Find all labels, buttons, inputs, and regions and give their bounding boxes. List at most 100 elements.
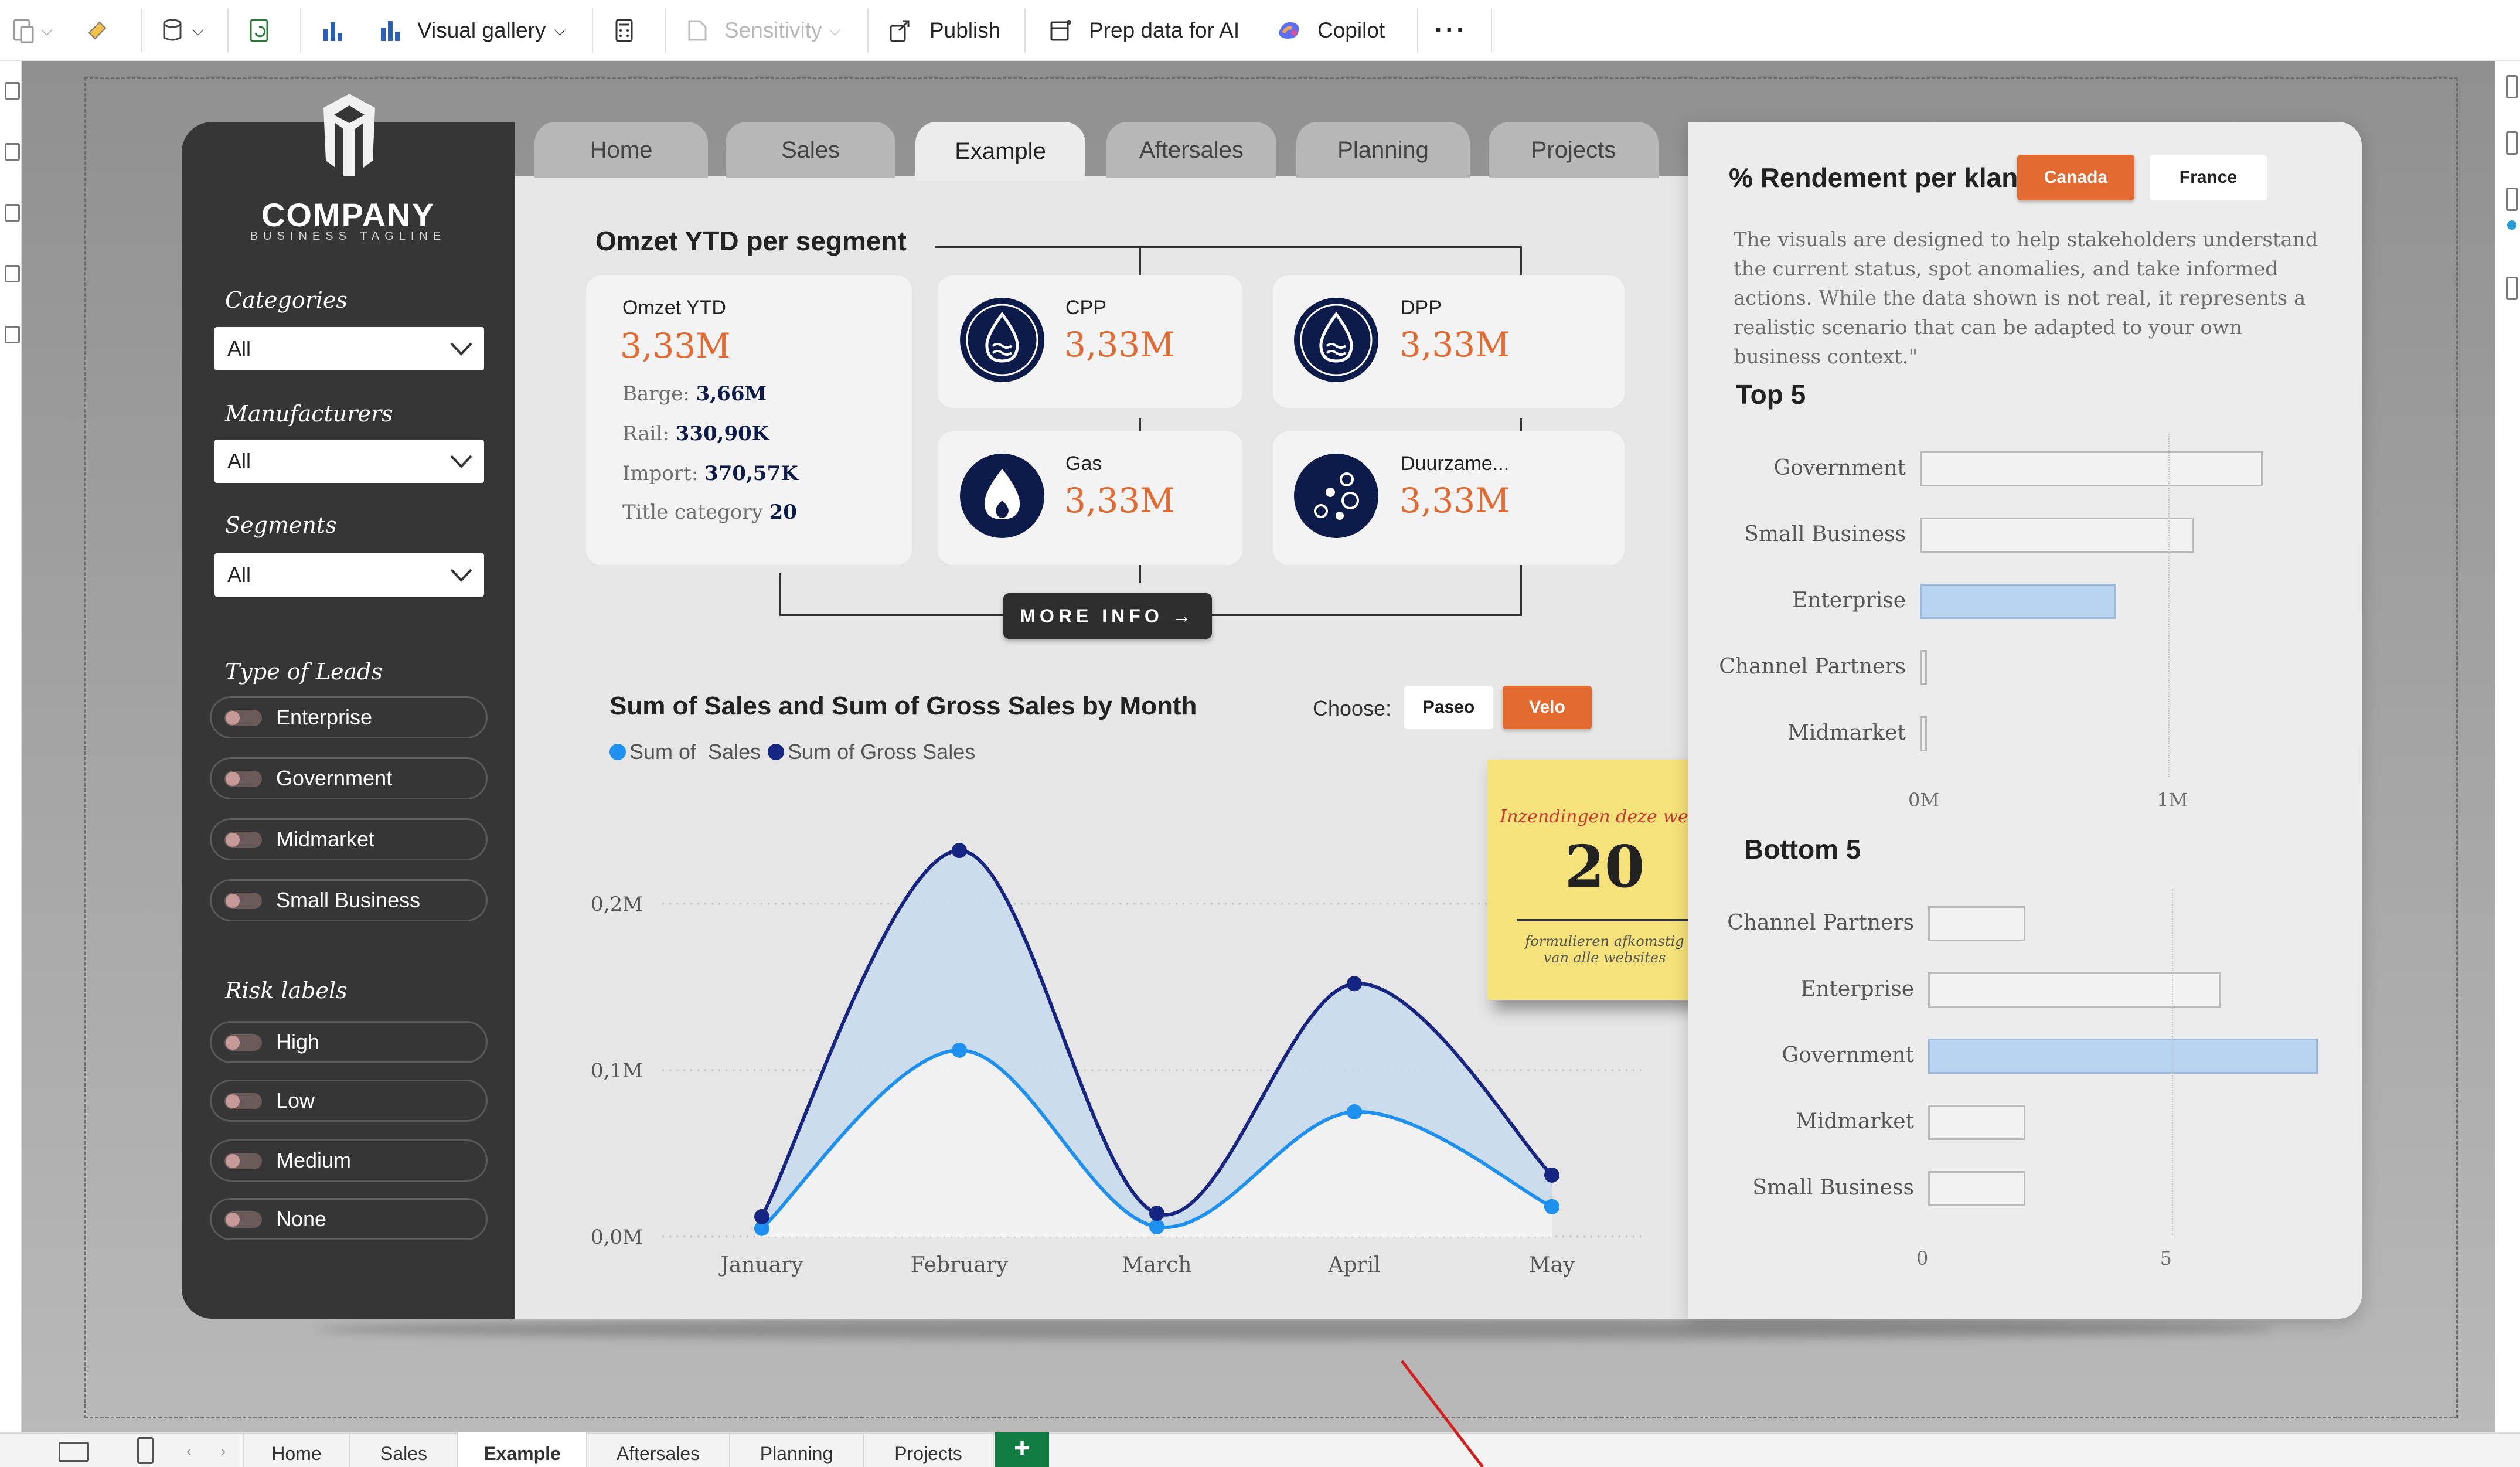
page-tab-home[interactable]: Home — [243, 1432, 350, 1467]
new-visual-button[interactable] — [318, 0, 348, 61]
lead-label: Enterprise — [276, 705, 373, 729]
report-view-icon[interactable] — [5, 82, 20, 100]
lead-toggle-enterprise[interactable]: Enterprise — [210, 696, 488, 738]
segments-dropdown[interactable]: All — [214, 553, 484, 597]
calculator-button[interactable] — [609, 0, 640, 61]
x-tick-label: April — [1327, 1253, 1380, 1277]
tab-aftersales[interactable]: Aftersales — [1106, 122, 1276, 178]
data-button[interactable]: ⌵ — [158, 0, 204, 61]
copilot-label: Copilot — [1317, 18, 1385, 42]
tab-planning[interactable]: Planning — [1296, 122, 1470, 178]
ribbon-divider — [1417, 8, 1418, 53]
risk-toggle-low[interactable]: Low — [210, 1080, 488, 1122]
bar[interactable] — [1920, 451, 2263, 486]
water-drop-wave-icon — [1294, 298, 1378, 382]
toggle-switch[interactable] — [224, 1093, 262, 1109]
page-tab-projects[interactable]: Projects — [864, 1432, 994, 1467]
dax-query-icon[interactable] — [5, 265, 20, 282]
bar[interactable] — [1920, 650, 1927, 685]
toggle-switch[interactable] — [224, 1211, 262, 1228]
toggle-switch[interactable] — [224, 1034, 262, 1051]
connector-line — [1139, 418, 1141, 431]
country-france-button[interactable]: France — [2150, 155, 2267, 200]
data-point-gross-sales — [1149, 1206, 1164, 1221]
format-painter-button[interactable] — [82, 0, 113, 61]
flame-drop-icon — [960, 454, 1044, 538]
detail-rail: Rail: 330,90K — [622, 422, 769, 445]
page-tab-aftersales[interactable]: Aftersales — [587, 1432, 730, 1467]
tab-home[interactable]: Home — [534, 122, 708, 178]
omzet-ytd-label: Omzet YTD — [622, 297, 726, 319]
connector-line — [1520, 246, 1522, 275]
duurzame-label: Duurzame... — [1401, 452, 1510, 475]
page-tab-planning[interactable]: Planning — [730, 1432, 864, 1467]
risk-toggle-high[interactable]: High — [210, 1021, 488, 1063]
annotation-arrow — [1401, 1360, 1484, 1467]
filters-pane-icon[interactable] — [2506, 75, 2518, 98]
desktop-view-icon[interactable] — [59, 1442, 89, 1462]
more-options-button[interactable]: ··· — [1435, 0, 1467, 61]
ribbon-divider — [867, 8, 869, 53]
grid-line — [2168, 434, 2170, 777]
sticky-note: Inzendingen deze week 20 formulieren afk… — [1487, 760, 1722, 1000]
model-view-icon[interactable] — [5, 204, 20, 222]
format-pane-icon[interactable] — [2506, 277, 2518, 300]
manufacturers-dropdown[interactable]: All — [214, 440, 484, 483]
toggle-switch[interactable] — [224, 771, 262, 787]
bar[interactable] — [1920, 584, 2117, 619]
prep-data-ai-button[interactable]: Prep data for AI — [1046, 0, 1239, 61]
lead-label: Small Business — [276, 888, 421, 912]
lead-toggle-small-business[interactable]: Small Business — [210, 879, 488, 921]
refresh-button[interactable] — [245, 0, 275, 61]
scroll-left-icon[interactable]: ‹ — [186, 1442, 192, 1461]
publish-button[interactable]: Publish — [885, 0, 1000, 61]
visual-gallery-button[interactable]: Visual gallery ⌵ — [375, 0, 566, 61]
copilot-pane-icon[interactable] — [2507, 220, 2516, 230]
bar[interactable] — [1928, 906, 2026, 941]
copilot-icon — [1279, 22, 1299, 39]
country-canada-button[interactable]: Canada — [2017, 155, 2134, 200]
add-page-button[interactable]: + — [995, 1432, 1049, 1467]
more-info-button[interactable]: MORE INFO → — [1003, 593, 1212, 639]
risk-toggle-medium[interactable]: Medium — [210, 1139, 488, 1182]
dpp-value: 3,33M — [1399, 325, 1510, 365]
tmdl-view-icon[interactable] — [5, 326, 20, 343]
cpp-label: CPP — [1065, 297, 1106, 319]
categories-dropdown[interactable]: All — [214, 327, 484, 370]
toggle-switch[interactable] — [224, 893, 262, 909]
choose-paseo-button[interactable]: Paseo — [1404, 686, 1493, 729]
type-of-leads-label: Type of Leads — [225, 659, 383, 685]
ribbon-divider — [141, 8, 142, 53]
bar-label: Enterprise — [1792, 588, 1906, 612]
sensitivity-button[interactable]: Sensitivity ⌵ — [682, 0, 840, 61]
tab-projects[interactable]: Projects — [1489, 122, 1659, 178]
risk-toggle-none[interactable]: None — [210, 1198, 488, 1240]
copilot-button[interactable]: Copilot — [1274, 0, 1385, 61]
choose-velo-button[interactable]: Velo — [1503, 686, 1592, 729]
paste-button[interactable]: ⌵ — [8, 0, 53, 61]
visualizations-pane-icon[interactable] — [2506, 131, 2518, 155]
tab-example[interactable]: Example — [915, 122, 1085, 181]
bar[interactable] — [1928, 1039, 2318, 1074]
bar[interactable] — [1928, 972, 2221, 1008]
mobile-view-icon[interactable] — [137, 1437, 154, 1464]
lead-toggle-government[interactable]: Government — [210, 757, 488, 799]
page-tab-sales[interactable]: Sales — [350, 1432, 458, 1467]
bar[interactable] — [1928, 1105, 2026, 1140]
bar[interactable] — [1928, 1171, 2026, 1206]
bar[interactable] — [1920, 518, 2194, 553]
bar[interactable] — [1920, 716, 1927, 751]
scroll-right-icon[interactable]: › — [220, 1442, 226, 1461]
table-view-icon[interactable] — [5, 143, 20, 161]
toggle-switch[interactable] — [224, 832, 262, 848]
page-tab-example[interactable]: Example — [458, 1432, 587, 1467]
toggle-switch[interactable] — [224, 1153, 262, 1169]
risk-label: High — [276, 1030, 320, 1054]
tab-sales[interactable]: Sales — [726, 122, 895, 178]
sensitivity-label: Sensitivity — [724, 18, 822, 42]
prep-data-label: Prep data for AI — [1089, 18, 1240, 42]
data-pane-icon[interactable] — [2506, 188, 2518, 211]
toggle-switch[interactable] — [224, 710, 262, 726]
lead-toggle-midmarket[interactable]: Midmarket — [210, 818, 488, 860]
connector-line — [1139, 565, 1141, 583]
